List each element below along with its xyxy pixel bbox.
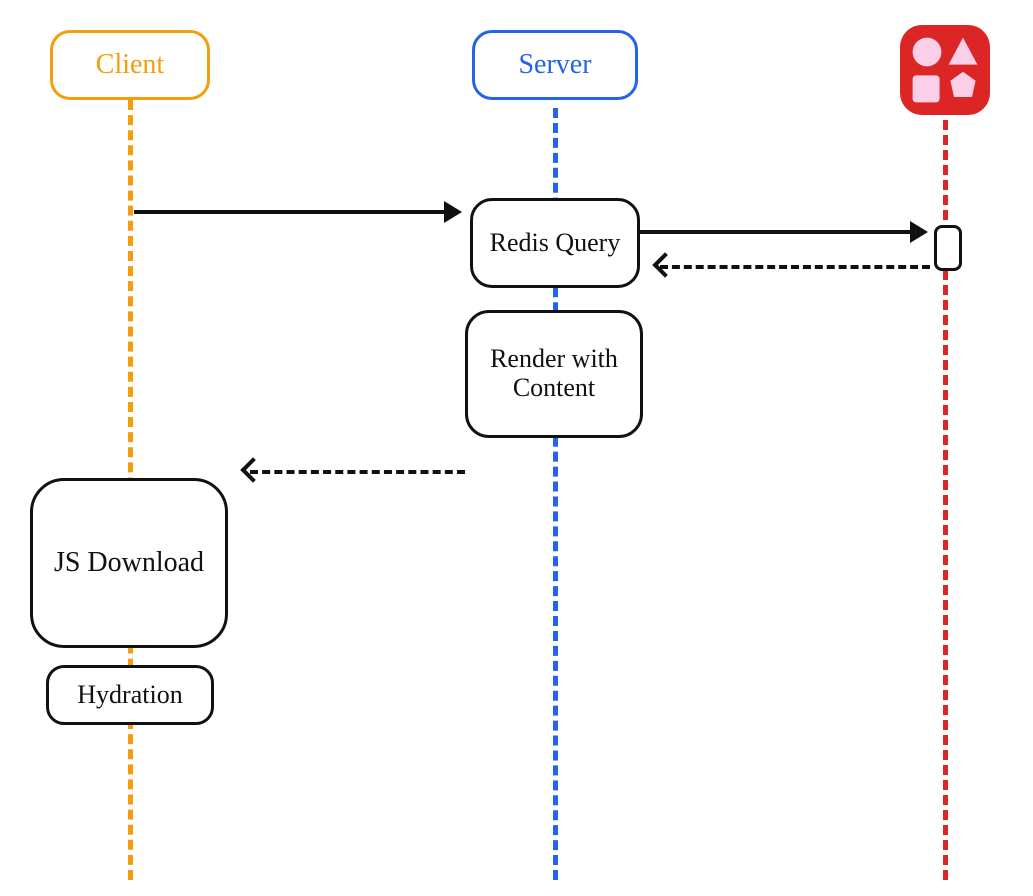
box-render-text: Render with Content (478, 345, 630, 402)
lane-client-label: Client (96, 50, 164, 81)
box-js-download: JS Download (30, 478, 228, 648)
box-redis-query-text: Redis Query (490, 229, 621, 258)
box-js-download-text: JS Download (54, 548, 204, 579)
box-hydration: Hydration (46, 665, 214, 725)
box-hydration-text: Hydration (77, 681, 182, 710)
lane-server-label: Server (518, 50, 591, 81)
msg-redis-to-server (660, 265, 930, 269)
lane-client: Client (50, 30, 210, 100)
arrowhead-open-icon (240, 457, 265, 482)
arrowhead-icon (444, 201, 462, 223)
box-render: Render with Content (465, 310, 643, 438)
arrowhead-open-icon (652, 252, 677, 277)
lane-server: Server (472, 30, 638, 100)
msg-server-to-redis (640, 230, 910, 234)
arrowhead-icon (910, 221, 928, 243)
redis-activity (934, 225, 962, 271)
msg-server-to-client (250, 470, 465, 474)
lane-redis-icon (900, 25, 990, 115)
msg-client-to-server (134, 210, 444, 214)
box-redis-query: Redis Query (470, 198, 640, 288)
